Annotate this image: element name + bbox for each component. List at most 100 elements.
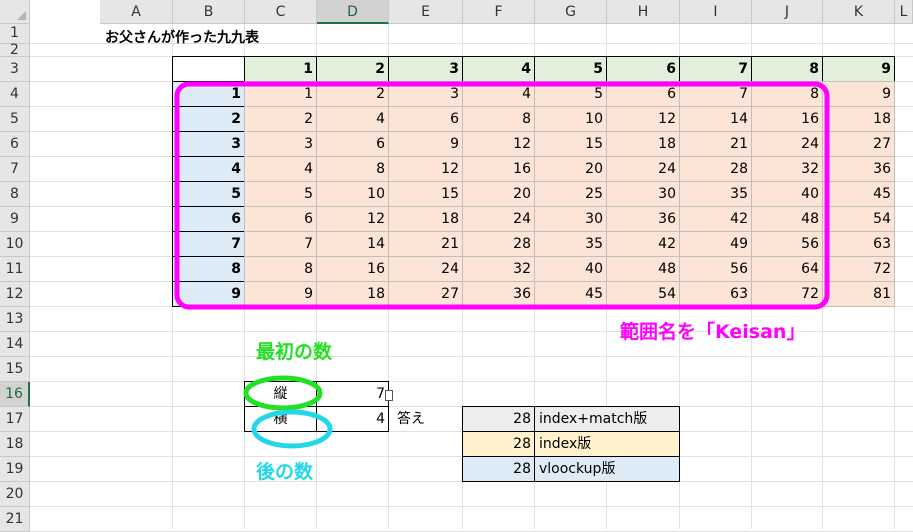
row-header-12[interactable]: 12 [0,282,30,307]
row-header-17[interactable]: 17 [0,407,30,432]
column-header-j[interactable]: J [752,0,823,24]
table-value-cell: 18 [388,206,463,232]
table-value-cell: 54 [822,206,895,232]
table-value-cell: 12 [606,106,680,132]
row-header-15[interactable]: 15 [0,357,30,382]
table-value-cell: 4 [316,106,389,132]
table-value-cell: 63 [822,231,895,257]
table-value-cell: 6 [316,131,389,157]
table-value-cell: 56 [751,231,823,257]
column-header-i[interactable]: I [680,0,752,24]
column-header-e[interactable]: E [389,0,463,24]
table-col-header: 1 [244,56,317,82]
row-header-13[interactable]: 13 [0,307,30,332]
table-value-cell: 28 [679,156,752,182]
table-value-cell: 14 [679,106,752,132]
table-value-cell: 28 [462,231,535,257]
row-header-5[interactable]: 5 [0,107,30,132]
table-col-header: 9 [822,56,895,82]
column-header-a[interactable]: A [100,0,173,24]
row-header-21[interactable]: 21 [0,507,30,532]
table-value-cell: 48 [606,256,680,282]
row-header-19[interactable]: 19 [0,457,30,482]
table-value-cell: 24 [462,206,535,232]
table-value-cell: 9 [388,131,463,157]
table-value-cell: 42 [679,206,752,232]
row-header-1[interactable]: 1 [0,24,30,44]
row-header-18[interactable]: 18 [0,432,30,457]
table-value-cell: 12 [316,206,389,232]
table-col-header: 3 [388,56,463,82]
table-value-cell: 21 [388,231,463,257]
table-value-cell: 14 [316,231,389,257]
fill-handle[interactable] [385,390,393,401]
table-value-cell: 72 [822,256,895,282]
vertical-label: 縦 [244,381,317,407]
table-row-header: 3 [172,131,245,157]
table-value-cell: 35 [679,181,752,207]
row-header-10[interactable]: 10 [0,232,30,257]
row-header-20[interactable]: 20 [0,482,30,507]
table-value-cell: 56 [679,256,752,282]
grid-hline [30,506,913,507]
table-value-cell: 12 [388,156,463,182]
table-col-header: 7 [679,56,752,82]
table-row-header: 4 [172,156,245,182]
answer-label: 答え [397,411,425,427]
table-value-cell: 54 [606,281,680,307]
row-header-4[interactable]: 4 [0,82,30,107]
grid-hline [30,381,913,382]
row-header-2[interactable]: 2 [0,43,30,57]
table-value-cell: 25 [534,181,607,207]
column-header-c[interactable]: C [245,0,317,24]
column-header-g[interactable]: G [535,0,607,24]
table-value-cell: 1 [244,81,317,107]
table-value-cell: 16 [462,156,535,182]
table-value-cell: 10 [534,106,607,132]
table-value-cell: 35 [534,231,607,257]
table-value-cell: 42 [606,231,680,257]
result-value-cell: 28 [462,406,535,432]
row-header-8[interactable]: 8 [0,182,30,207]
table-value-cell: 72 [751,281,823,307]
horizontal-value-cell[interactable]: 4 [316,406,389,432]
table-row-header: 6 [172,206,245,232]
table-corner-cell [172,56,245,82]
table-value-cell: 10 [316,181,389,207]
table-value-cell: 7 [679,81,752,107]
row-header-9[interactable]: 9 [0,207,30,232]
table-value-cell: 12 [462,131,535,157]
column-header-f[interactable]: F [463,0,535,24]
result-method-label: index版 [534,431,680,457]
table-value-cell: 20 [534,156,607,182]
table-row-header: 9 [172,281,245,307]
vertical-value-cell[interactable]: 7 [316,381,389,407]
table-value-cell: 18 [822,106,895,132]
row-header-7[interactable]: 7 [0,157,30,182]
table-value-cell: 8 [462,106,535,132]
table-value-cell: 32 [462,256,535,282]
row-header-6[interactable]: 6 [0,132,30,157]
table-value-cell: 6 [388,106,463,132]
table-value-cell: 8 [316,156,389,182]
table-value-cell: 9 [244,281,317,307]
table-row-header: 2 [172,106,245,132]
table-value-cell: 48 [751,206,823,232]
select-all-corner[interactable] [0,0,30,24]
table-value-cell: 3 [388,81,463,107]
table-value-cell: 18 [316,281,389,307]
row-header-16[interactable]: 16 [0,382,30,407]
horizontal-label: 横 [244,406,317,432]
column-header-l[interactable]: L [895,0,913,24]
column-header-k[interactable]: K [823,0,895,24]
column-header-h[interactable]: H [607,0,680,24]
table-value-cell: 8 [244,256,317,282]
row-header-14[interactable]: 14 [0,332,30,357]
column-header-d[interactable]: D [317,0,389,24]
table-col-header: 6 [606,56,680,82]
row-header-11[interactable]: 11 [0,257,30,282]
row-header-3[interactable]: 3 [0,57,30,82]
first-number-annotation: 最初の数 [256,341,333,363]
column-header-b[interactable]: B [173,0,245,24]
table-value-cell: 20 [462,181,535,207]
